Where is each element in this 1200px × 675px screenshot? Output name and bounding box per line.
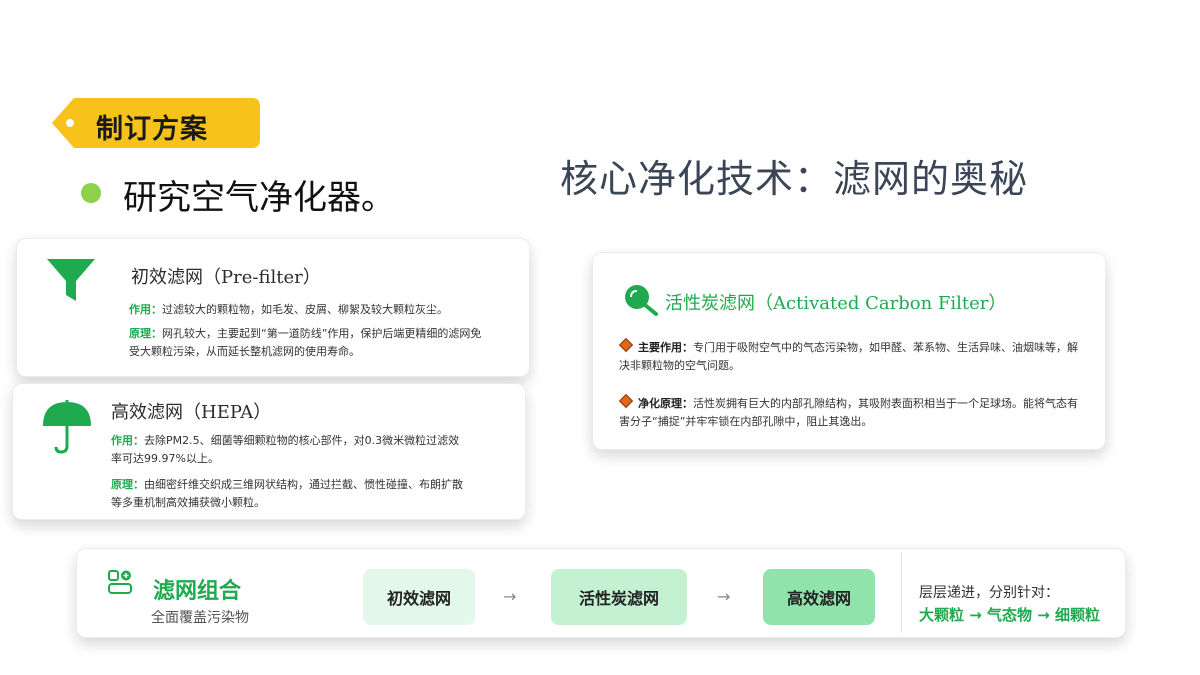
hepa-title: 高效滤网（HEPA） — [111, 402, 272, 423]
combo-step-hepa: 高效滤网 — [763, 569, 875, 625]
combo-divider — [901, 553, 902, 633]
activated-carbon-principle: 净化原理：活性炭拥有巨大的内部孔隙结构，其吸附表面积相当于一个足球场。能将气态有… — [618, 393, 1079, 431]
activated-carbon-card: 活性炭滤网（Activated Carbon Filter） 主要作用：专门用于… — [592, 252, 1106, 450]
hepa-use: 作用：去除PM2.5、细菌等细颗粒物的核心部件，对0.3微米微粒过滤效率可达99… — [111, 432, 467, 468]
combo-arrow: → — [503, 587, 517, 606]
bullet-dot — [81, 183, 101, 203]
activated-carbon-principle-label: 净化原理： — [638, 397, 693, 410]
section-tag: 制订方案 — [52, 98, 260, 148]
combo-arrow: → — [717, 587, 731, 606]
hepa-use-text: 去除PM2.5、细菌等细颗粒物的核心部件，对0.3微米微粒过滤效率可达99.97… — [111, 434, 460, 465]
combo-step-prefilter: 初效滤网 — [363, 569, 475, 625]
diamond-bullet-icon — [618, 337, 634, 353]
prefilter-principle: 原理：网孔较大，主要起到“第一道防线”作用，保护后端更精细的滤网免受大颗粒污染，… — [129, 325, 485, 361]
hepa-card: 高效滤网（HEPA） 作用：去除PM2.5、细菌等细颗粒物的核心部件，对0.3微… — [12, 383, 526, 520]
combo-summary-intro: 层层递进，分别针对： — [919, 585, 1059, 601]
prefilter-title: 初效滤网（Pre-filter） — [131, 267, 321, 288]
umbrella-icon — [43, 400, 91, 454]
prefilter-principle-text: 网孔较大，主要起到“第一道防线”作用，保护后端更精细的滤网免受大颗粒污染，从而延… — [129, 327, 482, 358]
hepa-use-label: 作用： — [111, 434, 144, 447]
page-title: 核心净化技术：滤网的奥秘 — [560, 157, 1029, 201]
filter-stack-icon — [108, 570, 132, 594]
prefilter-use: 作用：过滤较大的颗粒物，如毛发、皮屑、柳絮及较大颗粒灰尘。 — [129, 301, 509, 319]
prefilter-use-text: 过滤较大的颗粒物，如毛发、皮屑、柳絮及较大颗粒灰尘。 — [162, 303, 448, 316]
combo-title: 滤网组合 — [153, 578, 242, 604]
hepa-principle-text: 由细密纤维交织成三维网状结构，通过拦截、惯性碰撞、布朗扩散等多重机制高效捕获微小… — [111, 478, 463, 509]
prefilter-card: 初效滤网（Pre-filter） 作用：过滤较大的颗粒物，如毛发、皮屑、柳絮及较… — [16, 238, 530, 377]
funnel-icon — [47, 259, 95, 301]
diamond-bullet-icon — [618, 393, 634, 409]
activated-carbon-title: 活性炭滤网（Activated Carbon Filter） — [665, 293, 1007, 314]
combo-subtitle: 全面覆盖污染物 — [151, 610, 249, 626]
prefilter-use-label: 作用： — [129, 303, 162, 316]
intro-text: 研究空气净化器。 — [123, 178, 395, 218]
combo-summary-sequence: 大颗粒 → 气态物 → 细颗粒 — [919, 606, 1101, 624]
activated-carbon-use-label: 主要作用： — [638, 341, 693, 354]
magnifier-icon — [625, 285, 658, 316]
hepa-principle: 原理：由细密纤维交织成三维网状结构，通过拦截、惯性碰撞、布朗扩散等多重机制高效捕… — [111, 476, 467, 512]
tag-label: 制订方案 — [96, 114, 208, 145]
filter-combo-card: 滤网组合 全面覆盖污染物 初效滤网 → 活性炭滤网 → 高效滤网 层层递进，分别… — [76, 548, 1126, 638]
combo-step-activated-carbon: 活性炭滤网 — [551, 569, 687, 625]
hepa-principle-label: 原理： — [111, 478, 144, 491]
activated-carbon-use: 主要作用：专门用于吸附空气中的气态污染物，如甲醛、苯系物、生活异味、油烟味等，解… — [618, 337, 1079, 375]
prefilter-principle-label: 原理： — [129, 327, 162, 340]
